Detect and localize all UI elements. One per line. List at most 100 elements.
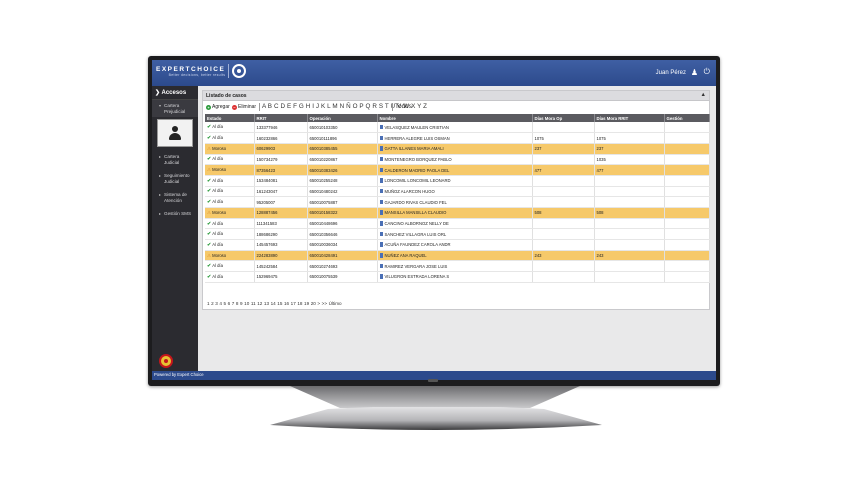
document-icon[interactable]	[379, 231, 383, 237]
all-filter-link[interactable]: Todos	[395, 103, 412, 110]
cell-operacion: 650010385455	[307, 143, 378, 155]
collapse-icon[interactable]: ▲	[701, 92, 706, 98]
profile-card[interactable]	[157, 119, 193, 147]
column-header-gestion[interactable]: Gestión	[664, 114, 710, 122]
cell-gestion	[664, 186, 710, 198]
table-row[interactable]: ✔Al día 95205007 650010075887 GAJARDO RIVAS…	[205, 196, 710, 208]
cell-operacion: 650010428491	[307, 250, 378, 262]
document-icon[interactable]	[379, 167, 383, 173]
column-header-estado[interactable]: Estado	[205, 114, 255, 122]
table-row[interactable]: ✔Al día 133377946 650010103350 VELASQUEZ MA…	[205, 122, 710, 134]
cell-estado-value: Moroso	[212, 145, 227, 151]
cell-operacion: 650010220867	[307, 154, 378, 166]
cell-operacion: 650010075887	[307, 196, 378, 208]
document-icon[interactable]	[379, 221, 383, 226]
cell-dias-mora-rrit	[594, 271, 665, 283]
cell-dias-mora-rrit-value: 237	[596, 146, 604, 152]
cell-rrit: 133377946	[254, 122, 308, 134]
table-row[interactable]: ✔Al día 150734279 650010220867 MONTENEGRO B…	[205, 154, 710, 166]
cell-estado: ✔Al día	[205, 271, 255, 283]
sidebar-item-seguimiento-judicial[interactable]: ▸ Seguimiento Judicial	[152, 170, 198, 187]
document-icon[interactable]	[379, 242, 383, 247]
cell-nombre: SANCHEZ VILLAGRA LUIS ORL	[377, 228, 533, 241]
cell-estado-value: Moroso	[212, 209, 227, 215]
cell-dias-mora-rrit	[594, 186, 665, 198]
sidebar-header-label: Accesos	[161, 90, 187, 96]
document-icon[interactable]	[379, 274, 383, 279]
add-button[interactable]: + Agregar	[206, 104, 230, 110]
table-row[interactable]: ✔Al día 153484081 650010255248 LONCOMIL LON…	[205, 175, 710, 187]
cell-nombre-value: HERRERA ALEGRE LUIS OSMAN	[384, 135, 450, 141]
cell-gestion	[664, 250, 710, 262]
cell-estado-value: Al día	[212, 177, 223, 183]
table-row[interactable]: ✔Al día 145457693 650010036034 ACUÑA FAUNDE…	[205, 239, 710, 251]
cell-rrit-value: 128887456	[256, 210, 278, 216]
cell-operacion: 650010111896	[307, 132, 378, 144]
table-row[interactable]: ⚠Moroso 87356423 650010383426 CALDERON MADR…	[205, 164, 710, 176]
table-row[interactable]: ⚠Moroso 128887456 650010158322 MANSILLA MAN…	[205, 207, 710, 219]
cell-dias-mora-rrit-value: 1075	[596, 135, 606, 141]
column-header-rrit[interactable]: RRIT	[254, 114, 308, 122]
table-row[interactable]: ⚠Moroso 224283890 650010428491 NUÑEZ ANA RA…	[205, 250, 710, 262]
table-row[interactable]: ✔Al día 152969475 650010075539 VILUGRON EST…	[205, 271, 710, 283]
monitor-brand-mark	[428, 379, 438, 382]
delete-button[interactable]: − Eliminar	[232, 104, 256, 110]
column-header-nombre[interactable]: Nombre	[377, 114, 533, 122]
sidebar-item-cartera-prejudicial[interactable]: ▾ Cartera Prejudicial	[152, 100, 198, 117]
cell-estado-value: Al día	[212, 135, 223, 141]
cell-gestion	[664, 239, 710, 251]
user-icon[interactable]: ♟	[691, 68, 698, 77]
check-icon: ✔	[207, 273, 212, 280]
document-icon[interactable]	[379, 199, 383, 205]
cell-rrit: 87356423	[254, 164, 308, 176]
column-header-dias-mora-op[interactable]: Días Mora Op	[532, 114, 595, 122]
column-header-dias-mora-rrit[interactable]: Días Mora RRIT	[594, 114, 665, 122]
app-logo[interactable]: EXPERTCHOICE Better decisions, better re…	[156, 64, 247, 78]
document-icon[interactable]	[379, 146, 383, 151]
power-icon[interactable]: ⏻	[704, 67, 710, 77]
cell-rrit-value: 188686290	[256, 231, 278, 237]
cell-rrit: 161243047	[254, 186, 308, 198]
sidebar-header[interactable]: ❯ Accesos	[152, 86, 198, 100]
chevron-right-icon: ▸	[159, 173, 162, 178]
cell-operacion-value: 650010111896	[309, 135, 337, 141]
table-row[interactable]: ✔Al día 145242584 650010274693 RAMIREZ VERG…	[205, 260, 710, 273]
panel-toolbar: + Agregar − Eliminar A B C D E F G H I J…	[203, 101, 709, 113]
document-icon[interactable]	[379, 156, 383, 162]
cell-gestion	[664, 228, 710, 241]
cell-dias-mora-op-value: 477	[534, 167, 542, 173]
sidebar-item-gestion-sms[interactable]: ▸ Gestión SMS	[152, 208, 198, 220]
document-icon[interactable]	[379, 210, 383, 215]
pagination[interactable]: 1 2 3 4 5 6 7 8 9 10 11 12 13 14 15 16 1…	[207, 301, 342, 306]
cell-nombre: GATTA ILLANES MARIA AMALI	[377, 143, 533, 155]
cell-dias-mora-op	[532, 122, 595, 134]
cell-gestion	[664, 175, 710, 187]
table-row[interactable]: ✔Al día 188686290 650010356646 SANCHEZ VILL…	[205, 228, 710, 241]
warning-icon: ⚠	[207, 145, 212, 151]
cell-rrit: 150734279	[254, 154, 308, 166]
chevron-right-icon: ▸	[159, 192, 162, 197]
cell-operacion: 650010448696	[307, 218, 378, 230]
table-row[interactable]: ✔Al día 160232866 650010111896 HERRERA ALEG…	[205, 132, 710, 144]
document-icon[interactable]	[379, 253, 383, 258]
cell-operacion-value: 650010480242	[309, 188, 338, 194]
document-icon[interactable]	[379, 188, 383, 194]
cell-operacion: 650010103350	[307, 122, 378, 134]
cell-rrit-value: 224283890	[256, 253, 278, 259]
document-icon[interactable]	[379, 178, 383, 183]
sidebar-item-cartera-judicial[interactable]: ▸ Cartera Judicial	[152, 151, 198, 168]
column-header-operacion[interactable]: Operación	[307, 114, 378, 122]
sidebar: ❯ Accesos ▾ Cartera Prejudicial ▸ Carter…	[152, 86, 198, 371]
document-icon[interactable]	[379, 263, 383, 269]
cell-nombre-value: RAMIREZ VERGARA JOSE LUIS	[384, 263, 448, 269]
check-icon: ✔	[207, 177, 212, 184]
cell-operacion: 650010075539	[307, 271, 378, 283]
document-icon[interactable]	[379, 124, 383, 130]
table-row[interactable]: ⚠Moroso 60629903 650010385455 GATTA ILLANES…	[205, 143, 710, 155]
table-row[interactable]: ✔Al día 111341583 650010448696 CANCINO ALBO…	[205, 218, 710, 230]
document-icon[interactable]	[379, 135, 383, 141]
cell-estado-value: Al día	[212, 124, 223, 130]
sidebar-item-sistema-atencion[interactable]: ▸ Sistema de Atención	[152, 189, 198, 206]
cell-rrit: 145457693	[254, 239, 308, 251]
table-row[interactable]: ✔Al día 161243047 650010480242 MUÑOZ ALARCO…	[205, 186, 710, 198]
